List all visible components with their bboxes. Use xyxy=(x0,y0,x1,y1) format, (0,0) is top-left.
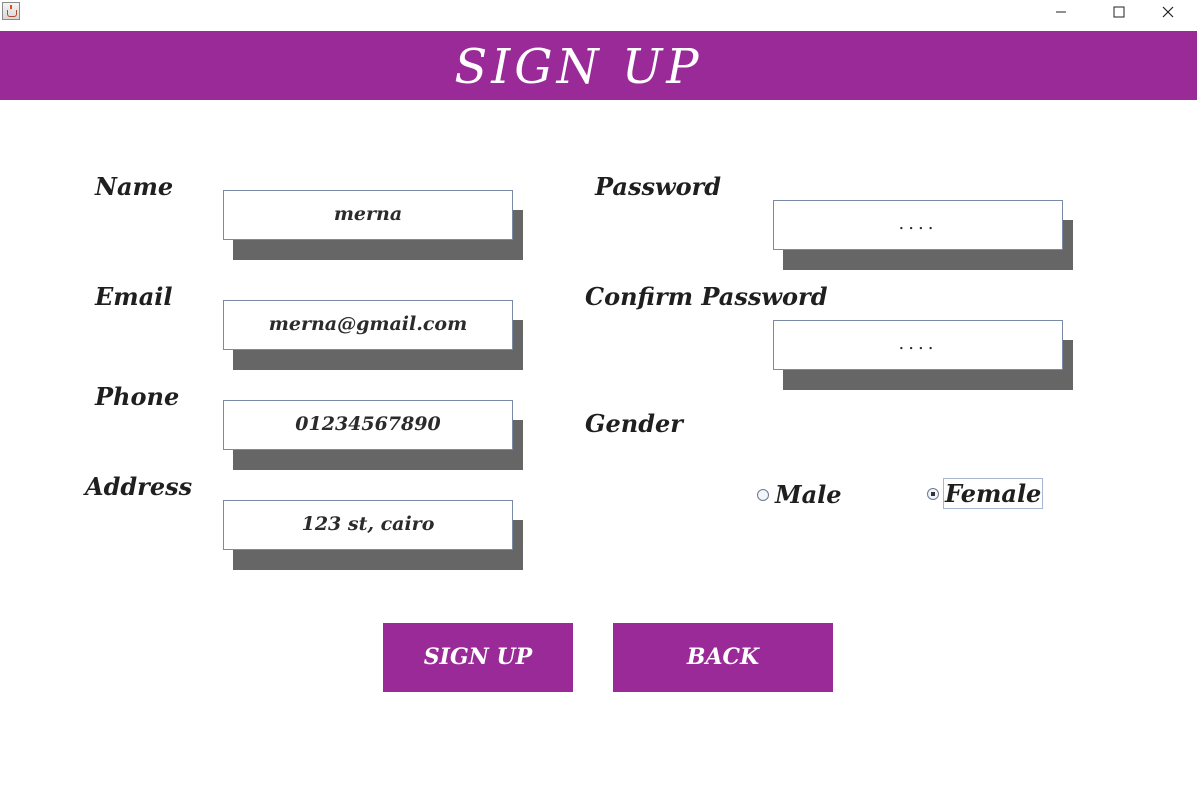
radio-checked-icon xyxy=(927,487,939,500)
name-label: Name xyxy=(95,172,174,201)
male-radio-label: Male xyxy=(775,480,842,509)
minimize-button[interactable] xyxy=(1032,0,1090,26)
address-value: 123 st, cairo xyxy=(301,513,435,535)
email-label: Email xyxy=(95,282,173,311)
phone-value: 01234567890 xyxy=(295,413,441,435)
male-radio[interactable]: Male xyxy=(757,480,842,509)
address-field-group: 123 st, cairo xyxy=(223,500,523,570)
gender-label: Gender xyxy=(585,409,683,438)
minimize-icon xyxy=(1056,11,1066,13)
back-button[interactable]: BACK xyxy=(613,623,833,692)
header-banner: SIGN UP xyxy=(0,31,1197,100)
close-icon xyxy=(1162,6,1174,18)
female-radio[interactable]: Female xyxy=(927,478,1044,509)
radio-circle-icon xyxy=(757,488,769,501)
confirm-password-label: Confirm Password xyxy=(585,282,828,311)
title-bar xyxy=(0,0,1197,30)
confirm-password-field-group: .... xyxy=(773,320,1073,390)
confirm-password-value: .... xyxy=(898,333,938,354)
name-value: merna xyxy=(333,203,403,225)
phone-field-group: 01234567890 xyxy=(223,400,523,470)
password-label: Password xyxy=(595,172,722,201)
signup-button[interactable]: SIGN UP xyxy=(383,623,573,692)
page-title: SIGN UP xyxy=(454,39,703,95)
password-field-group: .... xyxy=(773,200,1073,270)
email-field-group: merna@gmail.com xyxy=(223,300,523,370)
close-button[interactable] xyxy=(1139,0,1197,26)
maximize-icon xyxy=(1113,6,1125,18)
female-radio-label: Female xyxy=(943,478,1044,509)
java-cup-icon xyxy=(2,2,20,20)
address-label: Address xyxy=(85,472,193,501)
name-field-group: merna xyxy=(223,190,523,260)
email-value: merna@gmail.com xyxy=(268,313,468,335)
password-value: .... xyxy=(898,213,938,234)
phone-label: Phone xyxy=(95,382,180,411)
